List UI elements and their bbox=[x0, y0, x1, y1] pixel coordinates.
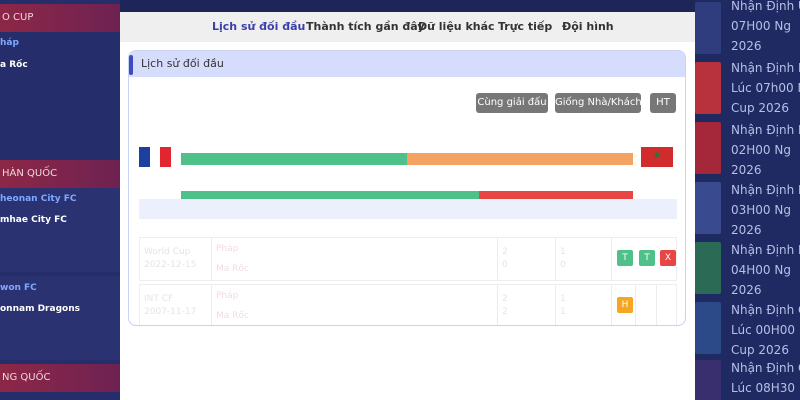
cell-divider bbox=[497, 285, 498, 325]
article-thumbnail[interactable] bbox=[695, 360, 721, 400]
article-thumbnail[interactable] bbox=[695, 302, 721, 354]
match-ht-home: 1 bbox=[560, 294, 566, 304]
morocco-flag-icon: ★ bbox=[641, 147, 673, 167]
match-score-away: 2 bbox=[502, 307, 508, 317]
match-score-home: 2 bbox=[502, 294, 508, 304]
cell-divider bbox=[611, 238, 612, 280]
table-row[interactable]: World Cup 2022-12-15 Pháp Ma Rốc 2 0 1 0… bbox=[139, 237, 677, 281]
top-strip bbox=[120, 0, 695, 12]
result-badge: T bbox=[617, 250, 633, 266]
same-league-button[interactable]: Cùng giải đấu bbox=[476, 93, 548, 113]
article-thumbnail[interactable] bbox=[695, 122, 721, 174]
article-thumbnail[interactable] bbox=[695, 242, 721, 294]
match-home-team[interactable]: Pháp bbox=[216, 244, 238, 254]
cell-divider bbox=[635, 285, 636, 325]
article-link[interactable]: Nhận Định U 07H00 Ng 2026 bbox=[731, 0, 800, 56]
cell-divider bbox=[611, 285, 612, 325]
tab-head-to-head[interactable]: Lịch sử đối đầu bbox=[212, 12, 305, 42]
article-link[interactable]: Nhận Định Pu 04H00 Ng 2026 bbox=[731, 240, 800, 300]
card-accent bbox=[129, 55, 133, 75]
match-home-team[interactable]: Pháp bbox=[216, 291, 238, 301]
tab-live[interactable]: Trực tiếp bbox=[498, 12, 552, 42]
match-date: 2007-11-17 bbox=[144, 307, 197, 317]
match-competition: INT CF bbox=[144, 294, 174, 304]
matches-table-header bbox=[139, 199, 677, 219]
match-ht-away: 1 bbox=[560, 307, 566, 317]
cell-divider bbox=[555, 285, 556, 325]
right-sidebar: Nhận Định U 07H00 Ng 2026 Nhận Định M Lú… bbox=[695, 0, 800, 400]
cell-divider bbox=[555, 238, 556, 280]
cell-divider bbox=[497, 238, 498, 280]
match-ht-away: 0 bbox=[560, 260, 566, 270]
stat-bar-away-segment bbox=[407, 153, 633, 165]
card-header: Lịch sử đối đầu bbox=[129, 51, 685, 77]
cell-divider bbox=[211, 238, 212, 280]
match-date: 2022-12-15 bbox=[144, 260, 197, 270]
league-header-2[interactable]: HÀN QUỐC bbox=[0, 160, 120, 188]
match-competition: World Cup bbox=[144, 247, 191, 257]
match-score-away: 0 bbox=[502, 260, 508, 270]
article-thumbnail[interactable] bbox=[695, 182, 721, 234]
sidebar-team[interactable]: háp bbox=[0, 38, 19, 48]
league-header-1[interactable]: O CUP bbox=[0, 4, 120, 32]
league-header-3[interactable]: NG QUỐC bbox=[0, 364, 120, 392]
match-away-team[interactable]: Ma Rốc bbox=[216, 264, 249, 274]
article-link[interactable]: Nhận Định M Lúc 07h00 N Cup 2026 bbox=[731, 58, 800, 118]
sidebar-team[interactable]: heonan City FC bbox=[0, 194, 76, 204]
main-panel: Lịch sử đối đầu Thành tích gần đây Dữ li… bbox=[120, 12, 695, 400]
left-sidebar: O CUP háp a Rốc HÀN QUỐC heonan City FC … bbox=[0, 0, 120, 400]
cell-divider bbox=[656, 285, 657, 325]
sidebar-team[interactable]: won FC bbox=[0, 283, 37, 293]
article-thumbnail[interactable] bbox=[695, 62, 721, 114]
sidebar-team[interactable]: mhae City FC bbox=[0, 215, 67, 225]
sidebar-team[interactable]: onnam Dragons bbox=[0, 304, 80, 314]
article-link[interactable]: Nhận Định Co Lúc 00H00 N Cup 2026 bbox=[731, 300, 800, 360]
tab-bar: Lịch sử đối đầu Thành tích gần đây Dữ li… bbox=[120, 12, 695, 42]
result-badge: X bbox=[660, 250, 676, 266]
tab-other-data[interactable]: Dữ liệu khác bbox=[418, 12, 495, 42]
match-ht-home: 1 bbox=[560, 247, 566, 257]
article-link[interactable]: Nhận Định Pu 02H00 Ng 2026 bbox=[731, 120, 800, 180]
result-badge: H bbox=[617, 297, 633, 313]
stat-bar-1 bbox=[181, 153, 633, 165]
result-badge: T bbox=[639, 250, 655, 266]
same-home-away-button[interactable]: Giống Nhà/Khách bbox=[555, 93, 642, 113]
match-score-home: 2 bbox=[502, 247, 508, 257]
stat-bar-home-segment bbox=[181, 153, 407, 165]
france-flag-icon bbox=[139, 147, 172, 167]
cell-divider bbox=[211, 285, 212, 325]
article-link[interactable]: Nhận Định Br 03H00 Ng 2026 bbox=[731, 180, 800, 240]
article-thumbnail[interactable] bbox=[695, 2, 721, 54]
tab-lineup[interactable]: Đội hình bbox=[562, 12, 614, 42]
half-time-button[interactable]: HT bbox=[650, 93, 676, 113]
tab-recent-form[interactable]: Thành tích gần đây bbox=[306, 12, 425, 42]
sidebar-team[interactable]: a Rốc bbox=[0, 60, 28, 70]
match-away-team[interactable]: Ma Rốc bbox=[216, 311, 249, 321]
table-row[interactable]: INT CF 2007-11-17 Pháp Ma Rốc 2 2 1 1 H bbox=[139, 284, 677, 325]
card-title: Lịch sử đối đầu bbox=[141, 57, 224, 70]
head-to-head-card: Lịch sử đối đầu Cùng giải đấu Giống Nhà/… bbox=[128, 50, 686, 326]
article-link[interactable]: Nhận Định Co Lúc 08H30 N bbox=[731, 358, 800, 398]
